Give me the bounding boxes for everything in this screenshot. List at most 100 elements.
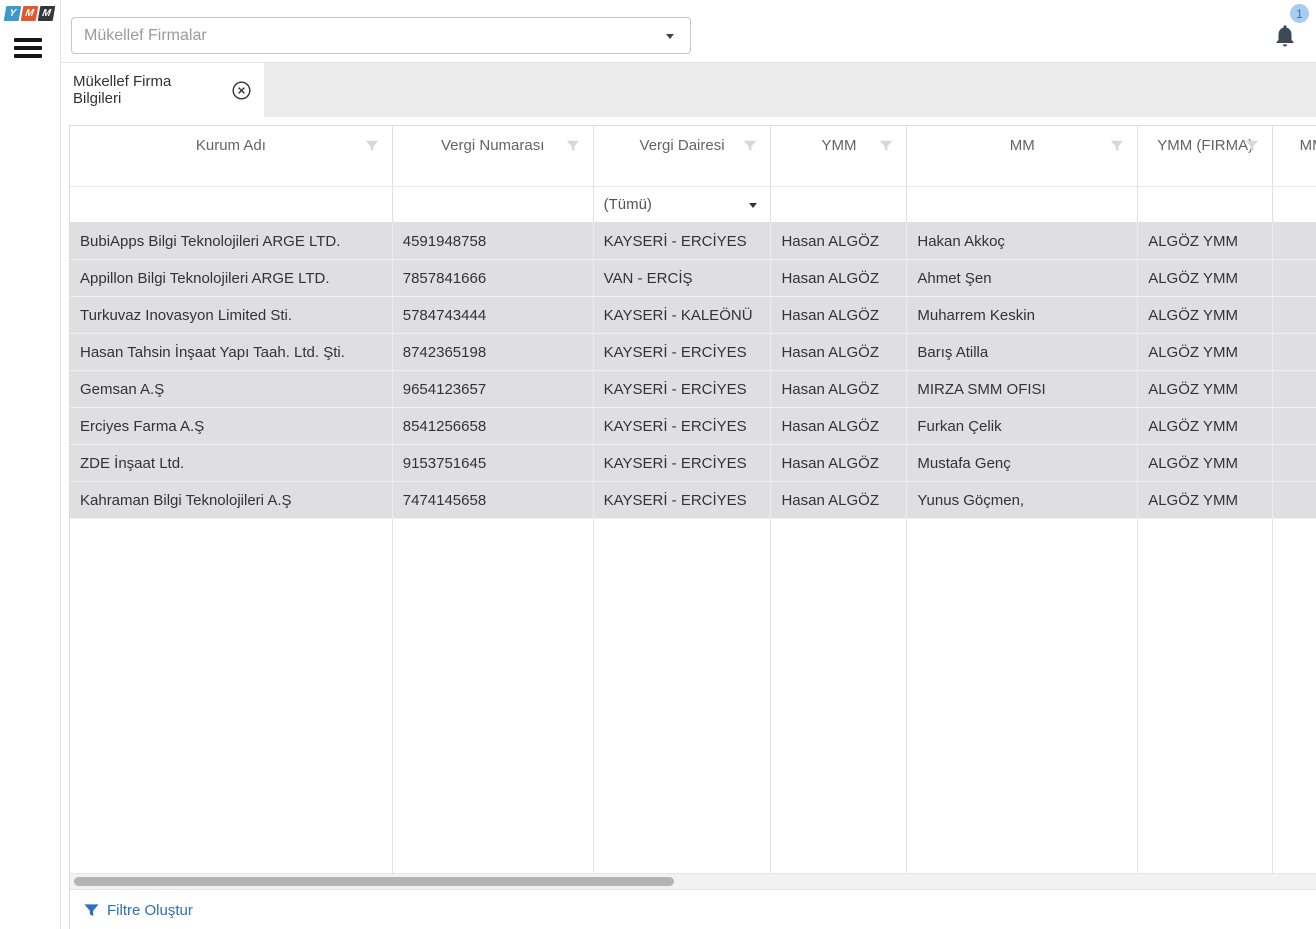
scrollbar-thumb[interactable]: [74, 877, 674, 886]
table-cell: Kahraman Bilgi Teknolojileri A.Ş: [70, 482, 393, 518]
column-header-kurum-ad[interactable]: Kurum Adı: [70, 126, 393, 186]
column-header-ymm-firma[interactable]: YMM (FIRMA): [1138, 126, 1273, 186]
table-cell: Turkuvaz Inovasyon Limited Sti.: [70, 297, 393, 333]
hamburger-icon: [14, 38, 42, 42]
table-cell: MIRZA SMM OFISI: [907, 371, 1138, 407]
tab-strip: Mükellef Firma Bilgileri: [61, 62, 1316, 117]
table-cell: KAYSERİ - KALEÖNÜ: [594, 297, 772, 333]
notifications-button[interactable]: [1273, 23, 1297, 48]
tab-close-button[interactable]: [231, 80, 252, 101]
table-row[interactable]: Hasan Tahsin İnşaat Yapı Taah. Ltd. Şti.…: [70, 334, 1316, 371]
table-cell: ALGÖZ YMM: [1138, 371, 1273, 407]
logo-letter-y: Y: [4, 6, 22, 21]
table-cell: ALGÖZ YMM: [1138, 334, 1273, 370]
column-header-label: MM (FIRMA): [1300, 137, 1316, 154]
column-header-label: Kurum Adı: [196, 137, 266, 154]
column-header-label: YMM: [821, 137, 856, 154]
table-cell: [1273, 223, 1316, 259]
table-row[interactable]: Kahraman Bilgi Teknolojileri A.Ş74741456…: [70, 482, 1316, 519]
column-header-label: Vergi Numarası: [441, 137, 544, 154]
filter-cell-mm[interactable]: [907, 187, 1138, 222]
table-cell: Appillon Bilgi Teknolojileri ARGE LTD.: [70, 260, 393, 296]
tab-label: Mükellef Firma Bilgileri: [73, 73, 216, 107]
table-cell: ALGÖZ YMM: [1138, 482, 1273, 518]
table-cell: Hasan ALGÖZ: [771, 482, 907, 518]
table-cell: Yunus Göçmen,: [907, 482, 1138, 518]
column-filter-icon[interactable]: [1245, 139, 1259, 153]
column-header-label: YMM (FIRMA): [1157, 137, 1253, 154]
column-filter-icon[interactable]: [1110, 139, 1124, 153]
app-logo: Y M M: [5, 6, 54, 21]
table-cell: Hasan ALGÖZ: [771, 223, 907, 259]
table-cell: Hasan ALGÖZ: [771, 445, 907, 481]
table-cell: 8541256658: [393, 408, 594, 444]
table-cell: Hasan ALGÖZ: [771, 334, 907, 370]
table-row[interactable]: Erciyes Farma A.Ş8541256658KAYSERİ - ERC…: [70, 408, 1316, 445]
menu-button[interactable]: [14, 38, 42, 62]
filter-cell-vergi-dairesi[interactable]: (Tümü): [594, 187, 772, 222]
column-filter-icon[interactable]: [743, 139, 757, 153]
table-cell: Hasan ALGÖZ: [771, 408, 907, 444]
table-cell: Muharrem Keskin: [907, 297, 1138, 333]
table-row[interactable]: Turkuvaz Inovasyon Limited Sti.578474344…: [70, 297, 1316, 334]
table-cell: Hasan ALGÖZ: [771, 297, 907, 333]
table-cell: [1273, 334, 1316, 370]
table-row[interactable]: Appillon Bilgi Teknolojileri ARGE LTD.78…: [70, 260, 1316, 297]
filter-cell-kurum-ad[interactable]: [70, 187, 393, 222]
table-cell: ALGÖZ YMM: [1138, 445, 1273, 481]
topbar: Mükellef Firmalar 1: [61, 0, 1316, 62]
column-header-mm-firma[interactable]: MM (FIRMA): [1273, 126, 1316, 186]
table-cell: Furkan Çelik: [907, 408, 1138, 444]
close-icon: [231, 80, 252, 101]
column-filter-icon[interactable]: [566, 139, 580, 153]
column-header-label: Vergi Dairesi: [640, 137, 725, 154]
table-cell: [1273, 482, 1316, 518]
table-cell: KAYSERİ - ERCİYES: [594, 334, 772, 370]
chevron-down-icon: [666, 34, 674, 39]
notification-badge: 1: [1290, 4, 1309, 23]
table-row[interactable]: Gemsan A.Ş9654123657KAYSERİ - ERCİYESHas…: [70, 371, 1316, 408]
table-cell: [1273, 371, 1316, 407]
grid-filter-row: (Tümü): [70, 186, 1316, 223]
table-cell: [1273, 297, 1316, 333]
horizontal-scrollbar[interactable]: [70, 873, 1316, 890]
create-filter-button[interactable]: Filtre Oluştur: [84, 902, 193, 919]
table-cell: Mustafa Genç: [907, 445, 1138, 481]
table-row[interactable]: BubiApps Bilgi Teknolojileri ARGE LTD.45…: [70, 223, 1316, 260]
column-header-vergi-dairesi[interactable]: Vergi Dairesi: [594, 126, 772, 186]
column-header-label: MM: [1010, 137, 1035, 154]
table-cell: Hakan Akkoç: [907, 223, 1138, 259]
column-filter-icon[interactable]: [879, 139, 893, 153]
table-cell: Hasan Tahsin İnşaat Yapı Taah. Ltd. Şti.: [70, 334, 393, 370]
table-cell: Hasan ALGÖZ: [771, 371, 907, 407]
table-cell: 8742365198: [393, 334, 594, 370]
table-cell: KAYSERİ - ERCİYES: [594, 408, 772, 444]
empty-column: [594, 519, 772, 873]
table-cell: Hasan ALGÖZ: [771, 260, 907, 296]
table-cell: KAYSERİ - ERCİYES: [594, 223, 772, 259]
table-cell: ALGÖZ YMM: [1138, 297, 1273, 333]
table-row[interactable]: ZDE İnşaat Ltd.9153751645KAYSERİ - ERCİY…: [70, 445, 1316, 482]
table-cell: KAYSERİ - ERCİYES: [594, 482, 772, 518]
tab-mukellef-firma-bilgileri[interactable]: Mükellef Firma Bilgileri: [61, 63, 264, 117]
create-filter-label: Filtre Oluştur: [107, 902, 193, 919]
grid-body: BubiApps Bilgi Teknolojileri ARGE LTD.45…: [70, 223, 1316, 519]
filter-cell-ymm-firma[interactable]: [1138, 187, 1273, 222]
empty-column: [393, 519, 594, 873]
table-cell: 7474145658: [393, 482, 594, 518]
column-header-ymm[interactable]: YMM: [771, 126, 907, 186]
filter-cell-vergi-numaras[interactable]: [393, 187, 594, 222]
module-select[interactable]: Mükellef Firmalar: [71, 17, 691, 54]
empty-column: [1273, 519, 1316, 873]
table-cell: Ahmet Şen: [907, 260, 1138, 296]
column-filter-icon[interactable]: [365, 139, 379, 153]
column-header-mm[interactable]: MM: [907, 126, 1138, 186]
column-header-vergi-numaras[interactable]: Vergi Numarası: [393, 126, 594, 186]
table-cell: KAYSERİ - ERCİYES: [594, 445, 772, 481]
grid-empty-area: [70, 519, 1316, 873]
table-cell: [1273, 445, 1316, 481]
filter-cell-ymm[interactable]: [771, 187, 907, 222]
filter-cell-mm-firma[interactable]: [1273, 187, 1316, 222]
data-grid: Kurum Adı Vergi Numarası Vergi Dairesi YMM M…: [69, 125, 1316, 929]
bell-icon: [1273, 23, 1297, 48]
